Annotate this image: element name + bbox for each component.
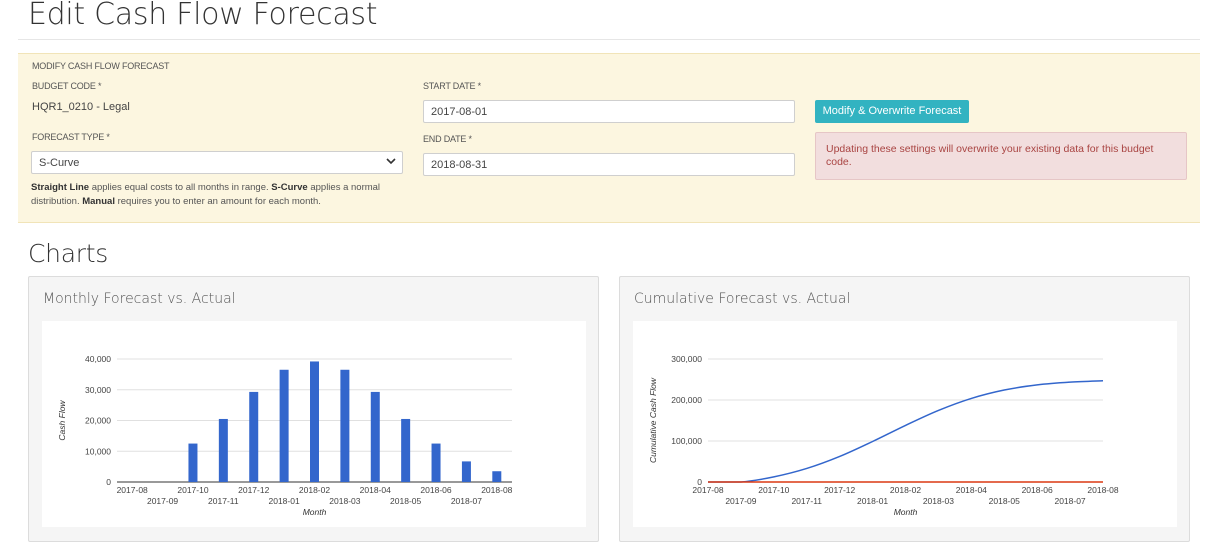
y-tick-label: 300,000 <box>671 354 702 364</box>
bar-2017-10 <box>188 443 198 482</box>
x-tick-label: 2017-08 <box>692 485 723 495</box>
x-axis-title: Month <box>894 507 918 517</box>
x-tick-label: 2018-06 <box>420 485 451 495</box>
x-tick-label: 2017-12 <box>238 485 269 495</box>
modify-overwrite-forecast-button[interactable]: Modify & Overwrite Forecast <box>815 100 969 123</box>
cumulative-chart-card: Cumulative Forecast vs. Actual 0 100,000 2… <box>619 276 1190 542</box>
help-text-1: applies equal costs to all months in ran… <box>89 182 272 193</box>
x-tick-label: 2017-11 <box>208 496 239 506</box>
page-title: Edit Cash Flow Forecast <box>28 0 378 32</box>
y-tick-label: 20,000 <box>85 416 111 426</box>
start-date-label: START DATE * <box>423 81 481 91</box>
forecast-type-select[interactable]: S-Curve <box>31 151 403 174</box>
bar-2018-07 <box>461 461 471 482</box>
bar-2018-02 <box>310 361 319 482</box>
forecast-type-help: Straight Line applies equal costs to all… <box>31 181 401 209</box>
overwrite-warning-alert: Updating these settings will overwrite y… <box>815 132 1187 180</box>
bar-2018-04 <box>370 391 380 482</box>
x-tick-label: 2018-03 <box>923 496 954 506</box>
forecast-type-label: FORECAST TYPE * <box>32 132 110 142</box>
charts-heading: Charts <box>28 239 108 268</box>
x-tick-label: 2017-12 <box>824 485 855 495</box>
x-tick-label: 2018-02 <box>299 485 330 495</box>
bar-2018-05 <box>401 418 411 482</box>
y-tick-label: 0 <box>106 477 111 487</box>
x-tick-label: 2017-08 <box>117 485 148 495</box>
bar-2018-06 <box>431 443 441 482</box>
x-tick-label: 2018-01 <box>269 496 300 506</box>
help-manual: Manual <box>82 196 115 207</box>
x-tick-label: 2018-05 <box>989 496 1020 506</box>
y-tick-label: 200,000 <box>671 395 702 405</box>
y-axis-title: Cumulative Cash Flow <box>648 377 658 463</box>
y-tick-label: 100,000 <box>671 436 702 446</box>
x-tick-label: 2017-11 <box>791 496 822 506</box>
forecast-type-value: S-Curve <box>39 157 80 169</box>
budget-code-label: BUDGET CODE * <box>32 81 102 91</box>
x-tick-label: 2018-04 <box>956 485 987 495</box>
y-tick-label: 30,000 <box>85 385 111 395</box>
y-tick-label: 10,000 <box>85 446 111 456</box>
bar-2017-11 <box>218 418 228 482</box>
monthly-chart-title: Monthly Forecast vs. Actual <box>43 291 236 307</box>
modify-forecast-panel: MODIFY CASH FLOW FORECAST BUDGET CODE * … <box>18 53 1200 223</box>
help-text-3: requires you to enter an amount for each… <box>114 196 321 207</box>
monthly-forecast-chart: 010,00020,00030,00040,0002017-082017-092… <box>57 354 513 517</box>
x-tick-label: 2018-02 <box>890 485 921 495</box>
bar-2018-03 <box>340 369 350 482</box>
monthly-chart-area: 0 10,000 20,000 30,000 40,000 2017-08 2017-09 2… <box>42 321 586 527</box>
monthly-chart-card: Monthly Forecast vs. Actual 0 10,000 20,00… <box>28 276 599 542</box>
x-tick-label: 2018-08 <box>481 485 512 495</box>
x-tick-label: 2018-06 <box>1022 485 1053 495</box>
help-straight-line: Straight Line <box>31 182 90 193</box>
x-tick-label: 2018-07 <box>1054 496 1085 506</box>
bar-2018-08 <box>492 471 502 482</box>
cumulative-chart-title: Cumulative Forecast vs. Actual <box>634 291 851 307</box>
end-date-input[interactable]: 2018-08-31 <box>423 153 795 176</box>
x-tick-label: 2018-07 <box>451 496 482 506</box>
end-date-label: END DATE * <box>423 134 472 144</box>
bar-2018-01 <box>279 369 289 482</box>
x-tick-label: 2017-10 <box>758 485 789 495</box>
cumulative-forecast-chart: 0100,000200,000300,0002017-082017-092017… <box>648 354 1119 517</box>
x-tick-label: 2017-09 <box>725 496 756 506</box>
x-tick-label: 2018-08 <box>1087 485 1118 495</box>
series-line-forecast <box>708 379 1104 483</box>
bar-2017-12 <box>249 391 259 482</box>
y-tick-label: 40,000 <box>85 354 111 364</box>
chevron-down-icon <box>386 158 396 165</box>
x-axis-title: Month <box>303 507 327 517</box>
x-tick-label: 2017-10 <box>177 485 208 495</box>
section-label: MODIFY CASH FLOW FORECAST <box>32 61 170 71</box>
help-s-curve: S-Curve <box>271 182 308 193</box>
budget-code-value: HQR1_0210 - Legal <box>32 101 130 113</box>
x-tick-label: 2018-03 <box>329 496 360 506</box>
x-tick-label: 2018-01 <box>857 496 888 506</box>
x-tick-label: 2017-09 <box>147 496 178 506</box>
x-tick-label: 2018-04 <box>360 485 391 495</box>
cumulative-chart-area: 0 100,000 200,000 300,000 2017-08 2017-09 2017… <box>633 321 1177 527</box>
title-divider <box>18 39 1200 40</box>
start-date-input[interactable]: 2017-08-01 <box>423 100 795 123</box>
x-tick-label: 2018-05 <box>390 496 421 506</box>
y-axis-title: Cash Flow <box>57 400 67 441</box>
